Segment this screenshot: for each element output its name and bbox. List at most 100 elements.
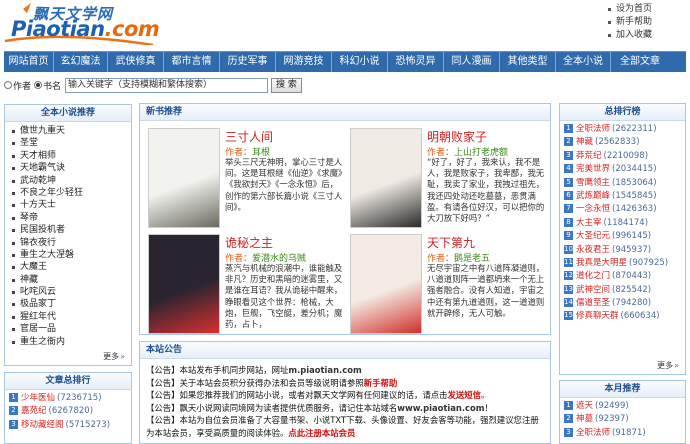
radio-title[interactable] <box>34 81 43 89</box>
book-cover-image[interactable] <box>148 128 220 228</box>
rank-number: 1 <box>564 124 573 133</box>
nav-item[interactable]: 武侠修真 <box>108 52 164 72</box>
notice-prefix: 【公告】 <box>146 365 180 375</box>
book-description: 无尽宇宙之中有八道阵凝道则，八道道则阵一道都坍来一个无上强者融合。没有人知道，宇… <box>427 263 545 318</box>
rank-count: (92397) <box>595 414 629 425</box>
rank-item[interactable]: 3 全职法师 (91871) <box>564 427 685 440</box>
book-card[interactable]: 天下第九 作者：鹅是老五 无尽宇宙之中有八道阵凝道则，八道道则阵一道都坍来一个无上强… <box>350 234 550 339</box>
rank-number: 3 <box>9 419 18 429</box>
notice-highlight-link[interactable]: 新手帮助 <box>364 378 398 388</box>
finished-novel-item[interactable]: 官居一品 <box>11 323 131 335</box>
rank-item[interactable]: 14 儒道至圣 (794280) <box>564 297 685 310</box>
finished-novel-item[interactable]: 圣堂 <box>11 137 131 149</box>
rank-item[interactable]: 3 移动藏经阁 (5715273) <box>9 419 131 432</box>
rank-item[interactable]: 2 神墓 (92397) <box>564 413 685 426</box>
finished-novel-item[interactable]: 重生之衙内 <box>11 336 131 348</box>
finished-novel-item[interactable]: 天才相师 <box>11 150 131 162</box>
rank-count: (794280) <box>612 298 652 309</box>
more-arrow-icon: » <box>674 361 679 370</box>
nav-item[interactable]: 网游竞技 <box>276 52 332 72</box>
nav-item[interactable]: 其他类型 <box>500 52 556 72</box>
month-recommend-panel: 本月推荐 1 遮天 (92499) 2 神墓 (92397) 3 全职法师 (91871) <box>559 380 686 444</box>
book-cover-image[interactable] <box>350 128 422 228</box>
finished-novel-item[interactable]: 民国投机者 <box>11 224 131 236</box>
finished-novel-item[interactable]: 重生之大涅磐 <box>11 249 131 261</box>
rank-number: 6 <box>564 190 573 200</box>
notice-highlight-link[interactable]: m.piaotian.com <box>288 365 361 375</box>
nav-item[interactable]: 全本小说 <box>556 52 611 72</box>
book-title[interactable]: 天下第九 <box>427 234 475 251</box>
rank-title: 移动藏经阁 <box>21 419 64 430</box>
nav-item[interactable]: 全部文章 <box>611 52 669 72</box>
rank-item[interactable]: 1 少年医仙 (7236715) <box>9 392 131 405</box>
rank-item[interactable]: 12 道化之门 (870443) <box>564 270 685 283</box>
finished-novel-item[interactable]: 锦衣夜行 <box>11 237 131 249</box>
notice-highlight-link[interactable]: 点此注册本站会员 <box>288 428 355 438</box>
rank-item[interactable]: 15 修真聊天群 (660634) <box>564 310 685 323</box>
book-title[interactable]: 三寸人间 <box>225 128 273 145</box>
nav-item[interactable]: 历史军事 <box>220 52 276 72</box>
rank-item[interactable]: 11 我真是大明星 (907925) <box>564 257 685 270</box>
rank-title: 嘉苑纪 <box>21 406 47 417</box>
finished-more-link[interactable]: 更多» <box>103 351 125 362</box>
total-rank-panel: 总排行榜 1 全职法师 (2622311) 2 神藏 (2562833) 3 莽荒纪 (2210… <box>559 103 686 375</box>
finished-novel-item[interactable]: 琴帝 <box>11 212 131 224</box>
more-arrow-icon: » <box>120 352 125 361</box>
rank-item[interactable]: 1 全职法师 (2622311) <box>564 123 685 136</box>
main-nav: 网站首页 玄幻魔法 武侠修真 都市言情 历史军事 网游竞技 科幻小说 恐怖灵异 同人漫画 其他类型… <box>4 51 686 72</box>
notice-title: 本站公告 <box>140 342 550 359</box>
notice-suffix: ！ <box>484 402 493 413</box>
nav-item[interactable]: 网站首页 <box>4 52 54 72</box>
rank-item[interactable]: 3 莽荒纪 (2210098) <box>564 150 685 163</box>
book-title[interactable]: 诡秘之主 <box>225 234 273 251</box>
rank-item[interactable]: 10 永夜君王 (945937) <box>564 244 685 257</box>
total-rank-more-link[interactable]: 更多» <box>657 360 679 371</box>
site-logo[interactable]: 飘天文学网 Piaotian.com <box>3 1 163 45</box>
rank-item[interactable]: 8 大主宰 (1184174) <box>564 217 685 230</box>
radio-author[interactable] <box>4 81 12 89</box>
book-cover-image[interactable] <box>148 234 220 334</box>
rank-title: 武炼巅峰 <box>576 190 611 201</box>
finished-novel-item[interactable]: 猩红年代 <box>11 311 131 323</box>
rank-item[interactable]: 2 嘉苑纪 (6267820) <box>9 405 131 418</box>
rank-title: 修真聊天群 <box>576 311 619 322</box>
book-title[interactable]: 明朝败家子 <box>427 128 487 145</box>
nav-item[interactable]: 恐怖灵异 <box>388 52 444 72</box>
finished-novel-item[interactable]: 神藏 <box>11 274 131 286</box>
nav-item[interactable]: 玄幻魔法 <box>54 52 108 72</box>
finished-novel-item[interactable]: 傲世九重天 <box>11 125 131 137</box>
finished-novel-item[interactable]: 叱咤风云 <box>11 286 131 298</box>
nav-item[interactable]: 科幻小说 <box>332 52 388 72</box>
bookmark-link[interactable]: 加入收藏 <box>606 29 686 42</box>
book-card[interactable]: 诡秘之主 作者：爱潜水的乌贼 蒸汽与机械的浪潮中，谁能触及非凡？历史和黑暗的迷雾里，… <box>148 234 348 339</box>
search-button[interactable]: 搜 索 <box>271 77 302 93</box>
rank-item[interactable]: 5 雪鹰领主 (1853064) <box>564 177 685 190</box>
rank-item[interactable]: 4 完美世界 (2034415) <box>564 163 685 176</box>
rank-count: (2622311) <box>612 124 657 134</box>
rank-title: 全职法师 <box>576 427 611 438</box>
finished-novel-item[interactable]: 武动乾坤 <box>11 175 131 187</box>
rank-item[interactable]: 1 遮天 (92499) <box>564 400 685 413</box>
rank-item[interactable]: 6 武炼巅峰 (1545845) <box>564 190 685 203</box>
book-card[interactable]: 明朝败家子 作者：上山打老虎额 “好了，好了，我来认，我不是人，我是败家子，我卑鄙，… <box>350 128 550 233</box>
book-card[interactable]: 三寸人间 作者：耳根 举头三尺无神明，掌心三寸是人间。这是耳根继《仙逆》《求魔》《我… <box>148 128 348 233</box>
notice-highlight-link[interactable]: www.piaotian.com <box>397 403 484 413</box>
rank-item[interactable]: 7 一念永恒 (1426363) <box>564 203 685 216</box>
rank-item[interactable]: 2 神藏 (2562833) <box>564 136 685 149</box>
help-link[interactable]: 新手帮助 <box>606 16 686 29</box>
set-homepage-link[interactable]: 设为首页 <box>606 3 686 16</box>
rank-item[interactable]: 13 武神空间 (825542) <box>564 284 685 297</box>
nav-item[interactable]: 都市言情 <box>164 52 220 72</box>
finished-novel-item[interactable]: 不良之年少轻狂 <box>11 187 131 199</box>
finished-novel-item[interactable]: 大魔王 <box>11 261 131 273</box>
nav-item[interactable]: 同人漫画 <box>444 52 500 72</box>
finished-novel-item[interactable]: 极品家丁 <box>11 298 131 310</box>
notice-highlight-link[interactable]: 发送短信 <box>448 390 482 400</box>
logo-en-main: Piaotian <box>11 17 105 41</box>
finished-novel-item[interactable]: 天地霸气诀 <box>11 162 131 174</box>
finished-novel-item[interactable]: 十方天士 <box>11 199 131 211</box>
finished-novels-panel: 全本小说推荐 傲世九重天 圣堂 天才相师 天地霸气诀 武动乾坤 不良之年少轻狂 十方天士 琴帝… <box>4 104 132 366</box>
search-input[interactable]: 输入关键字（支持模糊和繁体搜索） <box>65 77 269 93</box>
book-cover-image[interactable] <box>350 234 422 334</box>
rank-item[interactable]: 9 大圣纪元 (996145) <box>564 230 685 243</box>
